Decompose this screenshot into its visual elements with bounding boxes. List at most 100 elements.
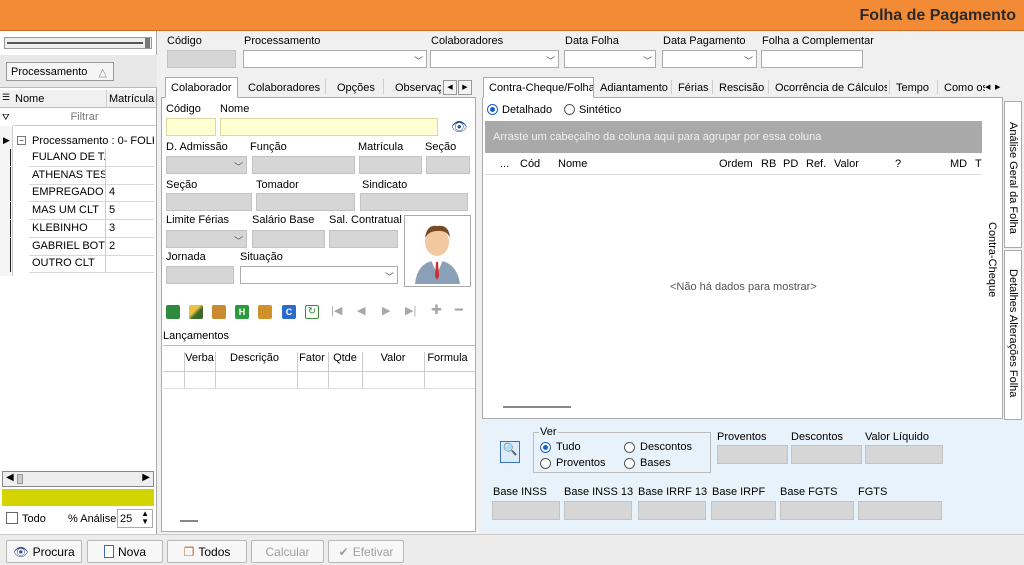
nova-button[interactable]: Nova xyxy=(87,540,163,563)
table-row[interactable]: FULANO DE T. xyxy=(29,149,106,167)
table-cell-matricula[interactable]: 3 xyxy=(106,220,154,238)
descontos-radio[interactable] xyxy=(624,442,635,453)
table-cell-matricula[interactable] xyxy=(106,149,154,167)
h-green-icon[interactable]: H xyxy=(235,305,249,319)
proventos-radio[interactable] xyxy=(540,458,551,469)
tab-observacoes[interactable]: Observaç xyxy=(389,77,442,98)
next-record-icon[interactable]: ▶ xyxy=(382,304,390,317)
splitter-slider[interactable] xyxy=(4,37,152,49)
tomador-field[interactable] xyxy=(256,193,355,211)
right-tab[interactable]: Como os c xyxy=(938,77,986,98)
situacao-select[interactable]: ﹀ xyxy=(240,266,398,284)
add-record-icon[interactable]: ✚ xyxy=(431,302,442,318)
tudo-radio[interactable] xyxy=(540,442,551,453)
data-pagamento-select[interactable]: ﹀ xyxy=(662,50,757,68)
preview-icon[interactable]: 🔍 xyxy=(500,441,520,463)
refresh-icon[interactable]: ↻ xyxy=(305,305,319,319)
table-cell-matricula[interactable] xyxy=(106,167,154,185)
table-cell-matricula[interactable]: 5 xyxy=(106,202,154,221)
remove-record-icon[interactable]: ━ xyxy=(455,302,463,318)
right-tab[interactable]: Rescisão xyxy=(713,77,767,98)
col-header-matricula[interactable]: Matrícula xyxy=(109,93,154,105)
grid-col-header[interactable]: Ref. xyxy=(806,158,826,170)
grid-col-header[interactable]: Ordem xyxy=(719,158,753,170)
sal-contratual-field[interactable] xyxy=(329,230,398,248)
codigo-field[interactable] xyxy=(167,50,236,68)
secao2-field[interactable] xyxy=(166,193,252,211)
tab-scroll-right-button[interactable]: ▶ xyxy=(458,80,472,95)
clipboard-icon[interactable] xyxy=(212,305,226,319)
grid-col-header[interactable]: T xyxy=(975,158,982,170)
matricula-field[interactable] xyxy=(359,156,422,174)
todos-button[interactable]: ❐ Todos xyxy=(167,540,247,563)
procura-button[interactable]: 👁 Procura xyxy=(6,540,82,563)
right-tab[interactable]: Tempo xyxy=(890,77,936,98)
col-header-nome[interactable]: Nome xyxy=(15,93,44,105)
sintetico-radio[interactable] xyxy=(564,104,575,115)
processamento-select[interactable]: ﹀ xyxy=(243,50,427,68)
calcular-button[interactable]: Calcular xyxy=(251,540,324,563)
vtab-contra-cheque[interactable]: Contra-Cheque xyxy=(986,222,998,297)
admissao-select[interactable]: ﹀ xyxy=(166,156,247,174)
prev-record-icon[interactable]: ◀ xyxy=(357,304,365,317)
todos-checkbox[interactable] xyxy=(6,512,18,524)
right-tab[interactable]: Férias xyxy=(672,77,710,98)
efetivar-button[interactable]: ✔ Efetivar xyxy=(328,540,404,563)
secao-field[interactable] xyxy=(426,156,470,174)
tab-scroll-left-button[interactable]: ◀ xyxy=(443,80,457,95)
sindicato-field[interactable] xyxy=(360,193,468,211)
colaboradores-select[interactable]: ﹀ xyxy=(430,50,559,68)
salario-base-field[interactable] xyxy=(252,230,325,248)
table-row[interactable]: MAS UM CLT xyxy=(29,202,106,221)
grid-col-header[interactable]: Valor xyxy=(834,158,859,170)
collapse-group-icon[interactable]: − xyxy=(17,136,26,145)
grid-col-header[interactable]: RB xyxy=(761,158,776,170)
tab-colaboradores[interactable]: Colaboradores xyxy=(242,77,326,98)
notes-icon[interactable] xyxy=(258,305,272,319)
vtab-detalhes[interactable]: Detalhes Alterações Folha xyxy=(1004,250,1022,420)
right-tab-scroll-right[interactable]: ▶ xyxy=(995,80,1005,95)
table-row[interactable]: OUTRO CLT xyxy=(29,255,106,274)
grid-col-header[interactable]: ... xyxy=(500,158,509,170)
binoculars-search-icon[interactable]: 👁 xyxy=(451,119,468,135)
funcao-field[interactable] xyxy=(252,156,355,174)
import-icon[interactable] xyxy=(166,305,180,319)
right-tab[interactable]: Ocorrência de Cálculos xyxy=(769,77,888,98)
filter-row[interactable]: Filtrar xyxy=(13,109,156,126)
employee-photo[interactable] xyxy=(404,215,471,287)
column-chooser-icon[interactable]: ☰ xyxy=(2,92,12,104)
left-scrollbar[interactable]: ◀ ▶ xyxy=(2,471,154,487)
right-tab[interactable]: Adiantamento xyxy=(594,77,670,98)
jornada-field[interactable] xyxy=(166,266,234,284)
last-record-icon[interactable]: ▶| xyxy=(405,304,416,317)
table-row[interactable]: KLEBINHO xyxy=(29,219,106,238)
vtab-analise[interactable]: Análise Geral da Folha xyxy=(1004,101,1022,248)
tab-colaborador[interactable]: Colaborador xyxy=(165,77,238,98)
data-folha-select[interactable]: ﹀ xyxy=(564,50,656,68)
first-record-icon[interactable]: |◀ xyxy=(331,304,342,317)
grid-col-header[interactable]: Cód xyxy=(520,158,540,170)
tab-opcoes[interactable]: Opções xyxy=(331,77,381,98)
analise-stepper[interactable]: 25 ▲ ▼ xyxy=(117,509,153,528)
detalhado-radio[interactable] xyxy=(487,104,498,115)
nome-input[interactable] xyxy=(220,118,438,136)
table-row[interactable]: GABRIEL BOT xyxy=(29,237,106,256)
folha-complementar-field[interactable] xyxy=(761,50,863,68)
grid-col-header[interactable]: MD xyxy=(950,158,967,170)
group-chip-processamento[interactable]: Processamento △ xyxy=(6,62,114,81)
table-cell-matricula[interactable]: 2 xyxy=(106,238,154,256)
grid-col-header[interactable]: PD xyxy=(783,158,798,170)
grid-col-header[interactable]: ? xyxy=(895,158,901,170)
table-cell-matricula[interactable] xyxy=(106,255,154,274)
codigo-colab-input[interactable] xyxy=(166,118,216,136)
grid-col-header[interactable]: Nome xyxy=(558,158,587,170)
right-tab[interactable]: Contra-Cheque/Folha xyxy=(483,77,594,98)
edit-pencil-icon[interactable] xyxy=(189,305,203,319)
right-grid-hscroll[interactable] xyxy=(503,406,571,408)
table-cell-matricula[interactable]: 4 xyxy=(106,184,154,203)
c-blue-icon[interactable]: C xyxy=(282,305,296,319)
bases-radio[interactable] xyxy=(624,458,635,469)
lancamentos-hscroll[interactable] xyxy=(180,520,198,522)
table-row[interactable]: EMPREGADO xyxy=(29,184,106,203)
limite-ferias-select[interactable]: ﹀ xyxy=(166,230,247,248)
